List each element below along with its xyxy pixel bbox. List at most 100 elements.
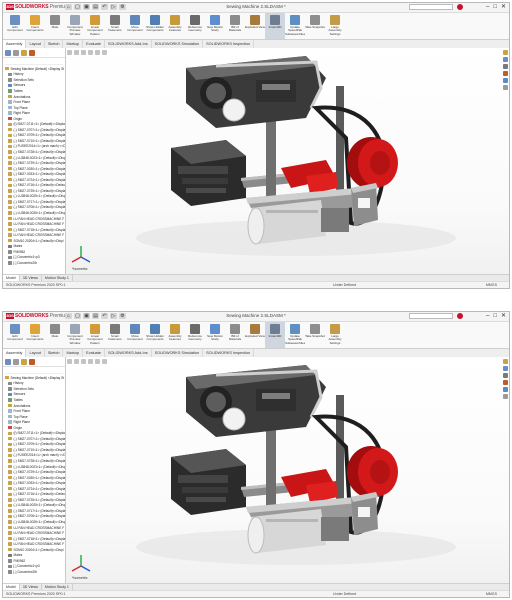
task-pane-icon[interactable] bbox=[502, 50, 508, 55]
tree-tab-icon[interactable] bbox=[5, 359, 11, 365]
ribbon-button[interactable]: Component Preview Window bbox=[65, 13, 85, 39]
task-pane-icon[interactable] bbox=[502, 71, 508, 76]
ribbon-button[interactable]: Insert Components bbox=[25, 322, 45, 348]
command-tab[interactable]: Evaluate bbox=[83, 349, 105, 357]
tree-item-icon bbox=[8, 255, 12, 260]
command-tab[interactable]: SOLIDWORKS Inspection bbox=[203, 349, 255, 357]
ribbon-button[interactable]: Edit Component bbox=[5, 13, 25, 39]
close-button[interactable]: ✕ bbox=[501, 312, 506, 321]
ribbon-button[interactable]: New Motion Study bbox=[205, 322, 225, 348]
task-pane-icon[interactable] bbox=[502, 64, 508, 69]
tree-tab-icon[interactable] bbox=[29, 50, 35, 56]
tree-item[interactable]: Sewing Machine (Default) <Display St bbox=[3, 375, 65, 381]
ribbon-button[interactable]: Instant3D bbox=[265, 13, 285, 39]
search-input[interactable] bbox=[409, 4, 453, 10]
help-icon[interactable] bbox=[457, 4, 463, 10]
tree-item-label: (-) SM27-0716<1> (Default)<<Default bbox=[13, 492, 66, 497]
command-tab[interactable]: Layout bbox=[26, 40, 45, 48]
task-pane-icon[interactable] bbox=[502, 359, 508, 364]
tree-item-icon bbox=[8, 261, 12, 265]
tree-tab-icon[interactable] bbox=[21, 50, 27, 56]
ribbon-button[interactable]: Linear Component Pattern bbox=[85, 13, 105, 39]
search-input[interactable] bbox=[409, 313, 453, 319]
ribbon-button[interactable]: Insert Components bbox=[25, 13, 45, 39]
tree-item-icon bbox=[8, 470, 12, 474]
status-units[interactable]: MMGS bbox=[486, 282, 497, 288]
task-pane-icon[interactable] bbox=[502, 85, 508, 90]
ribbon-button[interactable]: Update SpeedPak Subassemblies bbox=[285, 13, 305, 39]
ribbon-button[interactable]: Take Snapshot bbox=[305, 13, 325, 39]
command-tab[interactable]: Markup bbox=[63, 349, 84, 357]
ribbon-button[interactable]: Edit Component bbox=[5, 322, 25, 348]
task-pane-icon[interactable] bbox=[502, 394, 508, 399]
tree-item[interactable]: [-] Concentric25r bbox=[3, 569, 65, 575]
ribbon-button[interactable]: Instant3D bbox=[265, 322, 285, 348]
tree-tab-icon[interactable] bbox=[5, 50, 11, 56]
command-tab[interactable]: SOLIDWORKS Simulation bbox=[152, 40, 204, 48]
tree-item-icon bbox=[8, 117, 12, 121]
ribbon-button[interactable]: Show Hidden Components bbox=[145, 322, 165, 348]
command-tab[interactable]: Sketch bbox=[45, 40, 64, 48]
ribbon-button[interactable]: Bill of Materials bbox=[225, 322, 245, 348]
tree-tab-icon[interactable] bbox=[13, 50, 19, 56]
ribbon-button[interactable]: Exploded View bbox=[245, 13, 265, 39]
tree-item-icon bbox=[8, 155, 12, 160]
ribbon-button[interactable]: Large Assembly Settings bbox=[325, 13, 345, 39]
minimize-button[interactable]: – bbox=[486, 3, 489, 12]
ribbon-button[interactable]: Mate bbox=[45, 13, 65, 39]
tree-item-icon bbox=[8, 553, 12, 557]
tree-item[interactable]: Sewing Machine (Default) <Display St bbox=[3, 66, 65, 72]
ribbon-button[interactable]: Take Snapshot bbox=[305, 322, 325, 348]
command-tab[interactable]: Layout bbox=[26, 349, 45, 357]
command-tab[interactable]: Assembly bbox=[3, 349, 27, 357]
ribbon-button[interactable]: Show Hidden Components bbox=[145, 13, 165, 39]
ribbon-button[interactable]: Reference Geometry bbox=[185, 13, 205, 39]
ribbon-button[interactable]: Exploded View bbox=[245, 322, 265, 348]
ribbon-button[interactable]: Move Component bbox=[125, 13, 145, 39]
minimize-button[interactable]: – bbox=[486, 312, 489, 321]
tree-rows: Sewing Machine (Default) <Display St Hist… bbox=[3, 66, 65, 266]
command-tab[interactable]: SOLIDWORKS Simulation bbox=[152, 349, 204, 357]
ribbon-button[interactable]: New Motion Study bbox=[205, 13, 225, 39]
task-pane-icon[interactable] bbox=[502, 380, 508, 385]
ribbon-button-label: Linear Component Pattern bbox=[87, 26, 103, 36]
command-tab[interactable]: Assembly bbox=[3, 40, 27, 48]
tree-filter[interactable] bbox=[5, 368, 63, 374]
task-pane-icon[interactable] bbox=[502, 366, 508, 371]
ribbon-button[interactable]: Assembly Features bbox=[165, 13, 185, 39]
command-tab[interactable]: SOLIDWORKS Inspection bbox=[203, 40, 255, 48]
command-tab[interactable]: Sketch bbox=[45, 349, 64, 357]
ribbon-button[interactable]: Smart Fasteners bbox=[105, 13, 125, 39]
maximize-button[interactable]: □ bbox=[493, 312, 497, 321]
task-pane-icon[interactable] bbox=[502, 57, 508, 62]
task-pane-icon[interactable] bbox=[502, 78, 508, 83]
task-pane-icon[interactable] bbox=[502, 373, 508, 378]
command-tab[interactable]: SOLIDWORKS Add-Ins bbox=[105, 349, 152, 357]
ribbon-button[interactable]: Move Component bbox=[125, 322, 145, 348]
command-tab[interactable]: Evaluate bbox=[83, 40, 105, 48]
ribbon-button-label: Instant3D bbox=[268, 335, 282, 338]
ribbon-button[interactable]: Linear Component Pattern bbox=[85, 322, 105, 348]
tree-tab-icon[interactable] bbox=[21, 359, 27, 365]
ribbon-button[interactable]: Reference Geometry bbox=[185, 322, 205, 348]
ribbon-button[interactable]: Smart Fasteners bbox=[105, 322, 125, 348]
command-tab[interactable]: SOLIDWORKS Add-Ins bbox=[105, 40, 152, 48]
sewing-machine-model[interactable] bbox=[66, 48, 503, 274]
ribbon-button[interactable]: Mate bbox=[45, 322, 65, 348]
command-tab[interactable]: Markup bbox=[63, 40, 84, 48]
help-icon[interactable] bbox=[457, 313, 463, 319]
close-button[interactable]: ✕ bbox=[501, 3, 506, 12]
maximize-button[interactable]: □ bbox=[493, 3, 497, 12]
ribbon-button[interactable]: Large Assembly Settings bbox=[325, 322, 345, 348]
tree-filter[interactable] bbox=[5, 59, 63, 65]
ribbon-button[interactable]: Update SpeedPak Subassemblies bbox=[285, 322, 305, 348]
ribbon-button[interactable]: Assembly Features bbox=[165, 322, 185, 348]
sewing-machine-model[interactable] bbox=[66, 357, 503, 583]
tree-item[interactable]: [-] Concentric25r bbox=[3, 260, 65, 266]
task-pane-icon[interactable] bbox=[502, 387, 508, 392]
status-units[interactable]: MMGS bbox=[486, 591, 497, 597]
tree-tab-icon[interactable] bbox=[13, 359, 19, 365]
ribbon-button[interactable]: Component Preview Window bbox=[65, 322, 85, 348]
tree-tab-icon[interactable] bbox=[29, 359, 35, 365]
ribbon-button[interactable]: Bill of Materials bbox=[225, 13, 245, 39]
